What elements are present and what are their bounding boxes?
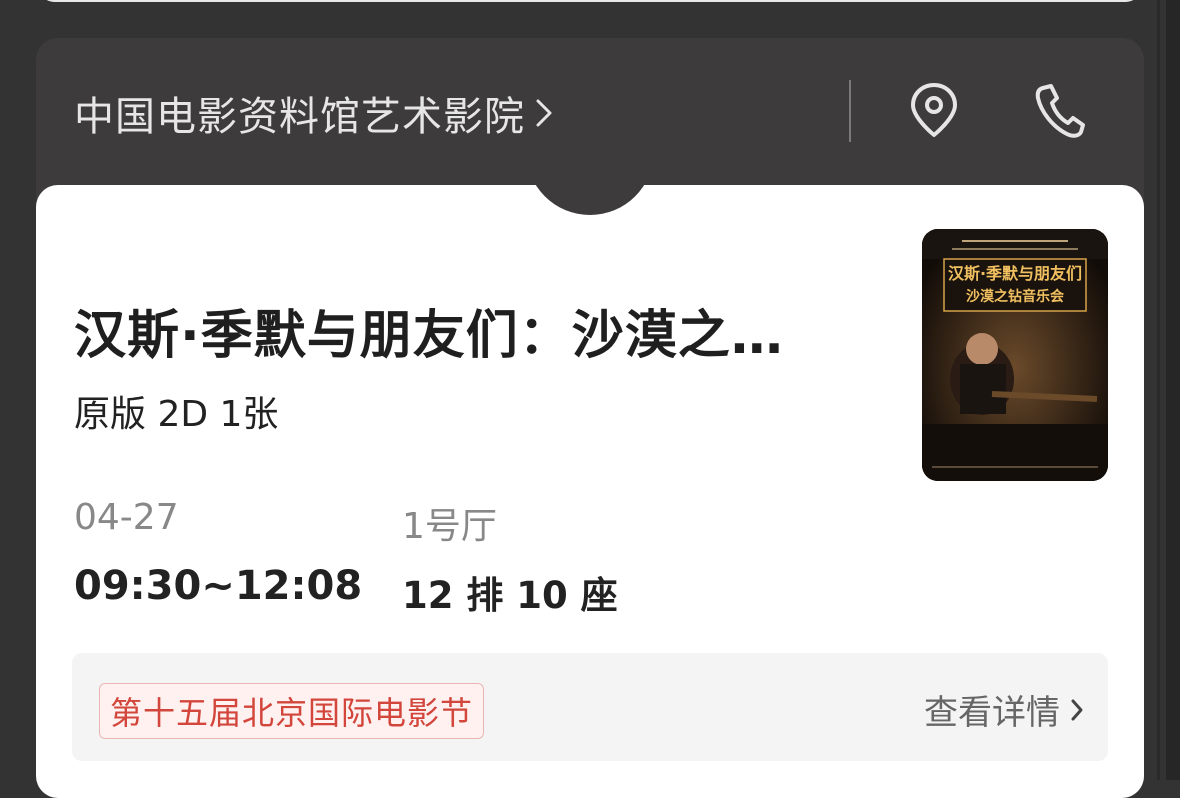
view-details-label: 查看详情 — [924, 693, 1060, 733]
chevron-right-icon — [535, 98, 553, 128]
festival-tag: 第十五届北京国际电影节 — [99, 683, 485, 739]
seat-info: 12 排 10 座 — [402, 574, 618, 617]
movie-poster[interactable]: 汉斯·季默与朋友们 沙漠之钻音乐会 — [922, 229, 1108, 481]
location-button[interactable] — [906, 82, 962, 142]
show-time: 09:30~12:08 — [74, 563, 363, 609]
ticket-body: 汉斯·季默与朋友们：沙漠之… 原版 2D 1张 汉斯·季默与朋友们 沙漠之钻音乐… — [36, 149, 1144, 798]
location-pin-icon — [908, 81, 960, 143]
festival-bar[interactable]: 第十五届北京国际电影节 查看详情 — [72, 653, 1108, 761]
show-date: 04-27 — [74, 497, 179, 538]
ticket-card: 中国电影资料馆艺术影院 汉斯·季默与朋友们：沙漠之… 原版 2D 1张 汉斯·季… — [36, 38, 1144, 798]
phone-icon — [1033, 82, 1085, 142]
phone-button[interactable] — [1031, 82, 1087, 142]
ticket-notch — [526, 149, 654, 215]
view-details-link[interactable]: 查看详情 — [924, 685, 1084, 734]
poster-title-line2: 沙漠之钻音乐会 — [966, 288, 1065, 305]
movie-title[interactable]: 汉斯·季默与朋友们：沙漠之… — [74, 293, 894, 368]
hall-name: 1号厅 — [402, 506, 497, 547]
window-edge — [1166, 0, 1180, 780]
movie-format: 原版 2D 1张 — [74, 394, 279, 435]
scrollbar-track — [1157, 0, 1160, 780]
chevron-right-icon — [1070, 698, 1084, 722]
header-divider — [849, 80, 851, 142]
top-card-edge — [40, 0, 1140, 2]
cinema-link[interactable]: 中国电影资料馆艺术影院 — [74, 84, 553, 142]
cinema-name: 中国电影资料馆艺术影院 — [74, 94, 525, 140]
poster-title-line1: 汉斯·季默与朋友们 — [948, 264, 1082, 283]
